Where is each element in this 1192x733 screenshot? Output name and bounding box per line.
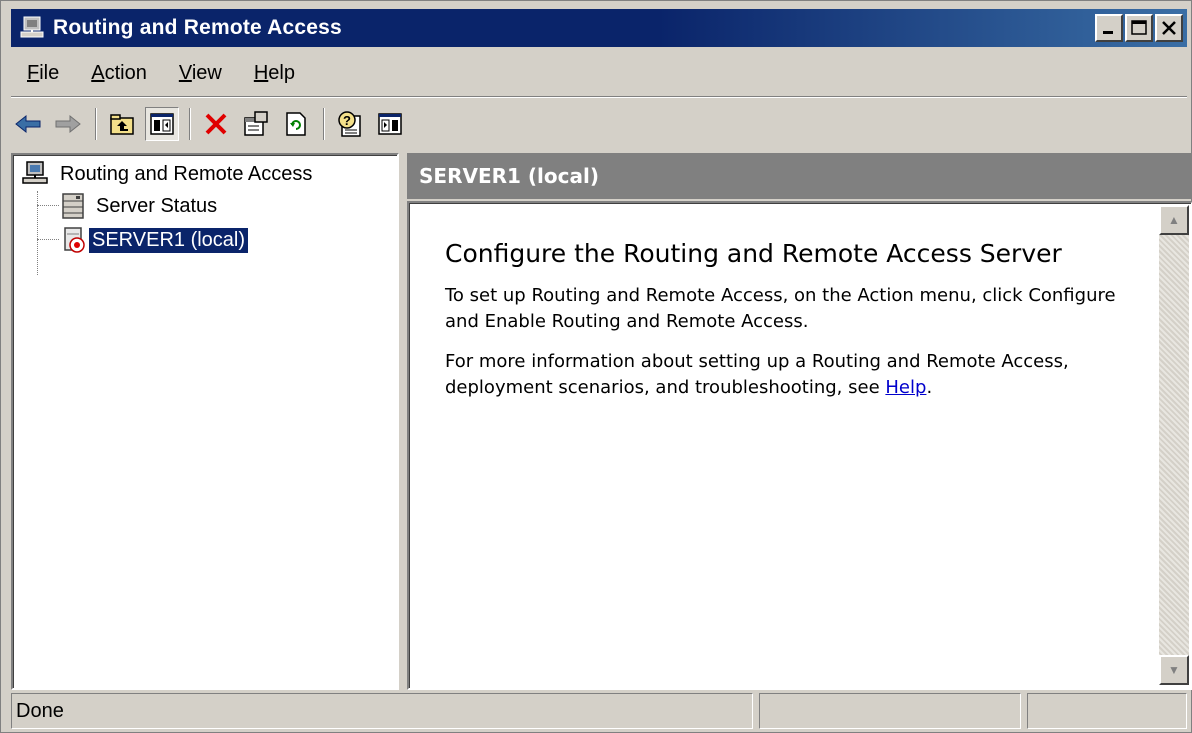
tree-connector bbox=[37, 205, 59, 206]
status-panel-2 bbox=[759, 693, 1021, 729]
menu-file-label: ile bbox=[39, 62, 60, 84]
server-stopped-icon bbox=[64, 227, 85, 253]
help-button[interactable]: ? bbox=[333, 107, 367, 141]
details-header: SERVER1 (local) bbox=[407, 153, 1192, 199]
menu-view-accel: V bbox=[178, 62, 192, 84]
forward-button[interactable] bbox=[51, 107, 85, 141]
delete-button[interactable] bbox=[199, 107, 233, 141]
tree-item-label: Routing and Remote Access bbox=[60, 162, 313, 185]
title-bar[interactable]: Routing and Remote Access bbox=[11, 9, 1187, 47]
window-title: Routing and Remote Access bbox=[53, 16, 342, 39]
show-hide-action-pane-icon bbox=[378, 113, 402, 135]
maximize-button[interactable] bbox=[1125, 14, 1153, 42]
scroll-up-button[interactable]: ▲ bbox=[1159, 205, 1189, 235]
menu-bar: File Action View Help bbox=[11, 53, 311, 93]
details-paragraph: To set up Routing and Remote Access, on … bbox=[445, 285, 1116, 332]
details-text: . bbox=[926, 377, 933, 398]
svg-text:?: ? bbox=[343, 113, 351, 128]
refresh-icon bbox=[286, 112, 306, 136]
server-console-icon bbox=[22, 161, 48, 184]
tree-item-label: Server Status bbox=[96, 194, 218, 217]
details-heading: Configure the Routing and Remote Access … bbox=[445, 239, 1062, 268]
minimize-button[interactable] bbox=[1095, 14, 1123, 42]
refresh-button[interactable] bbox=[279, 107, 313, 141]
console-tree[interactable]: Routing and Remote Access Server Status … bbox=[11, 153, 399, 690]
show-hide-tree-button[interactable] bbox=[145, 107, 179, 141]
details-paragraph: For more information about setting up a … bbox=[445, 349, 1125, 401]
forward-arrow-icon bbox=[55, 114, 81, 134]
menu-file-accel: F bbox=[27, 62, 40, 84]
vertical-scrollbar[interactable]: ▲ ▼ bbox=[1159, 205, 1189, 685]
toolbar-separator bbox=[323, 108, 325, 140]
close-button[interactable] bbox=[1155, 14, 1183, 42]
tree-item-label: SERVER1 (local) bbox=[87, 226, 250, 254]
menu-action-accel: A bbox=[91, 62, 105, 84]
tree-connector bbox=[37, 191, 38, 275]
show-hide-tree-icon bbox=[150, 113, 174, 135]
status-text: Done bbox=[11, 693, 753, 729]
toolbar-separator bbox=[189, 108, 191, 140]
properties-icon bbox=[244, 111, 268, 136]
toolbar-separator bbox=[95, 108, 97, 140]
tree-item-server-status[interactable]: Server Status bbox=[59, 191, 220, 221]
details-pane[interactable]: Configure the Routing and Remote Access … bbox=[407, 201, 1192, 690]
tree-item-server1-local[interactable]: SERVER1 (local) bbox=[59, 225, 250, 255]
mmc-window: Routing and Remote Access File Action Vi… bbox=[0, 0, 1192, 733]
status-bar: Done bbox=[11, 693, 1187, 729]
server-status-icon bbox=[62, 193, 84, 219]
toolbar: ? bbox=[11, 101, 413, 147]
tree-item-routing-root[interactable]: Routing and Remote Access bbox=[21, 159, 315, 189]
tree-connector bbox=[37, 239, 59, 240]
menu-view-label: iew bbox=[191, 62, 222, 84]
menu-action[interactable]: Action bbox=[75, 55, 163, 91]
up-one-level-button[interactable] bbox=[105, 107, 139, 141]
scroll-down-button[interactable]: ▼ bbox=[1159, 655, 1189, 685]
properties-button[interactable] bbox=[239, 107, 273, 141]
menu-action-label: ction bbox=[104, 62, 147, 84]
menu-view[interactable]: View bbox=[163, 55, 238, 91]
help-link[interactable]: Help bbox=[885, 377, 926, 398]
details-text: For more information about setting up a … bbox=[445, 351, 1069, 398]
up-one-level-icon bbox=[110, 114, 134, 135]
delete-icon bbox=[205, 113, 227, 135]
routing-app-icon[interactable] bbox=[19, 15, 45, 41]
menu-separator bbox=[11, 96, 1187, 98]
back-arrow-icon bbox=[15, 114, 41, 134]
show-hide-action-pane-button[interactable] bbox=[373, 107, 407, 141]
menu-file[interactable]: File bbox=[11, 55, 75, 91]
back-button[interactable] bbox=[11, 107, 45, 141]
menu-help-label: elp bbox=[268, 62, 295, 84]
details-content: Configure the Routing and Remote Access … bbox=[445, 237, 1125, 415]
menu-help[interactable]: Help bbox=[238, 55, 311, 91]
help-icon: ? bbox=[338, 111, 361, 137]
status-panel-3 bbox=[1027, 693, 1187, 729]
menu-help-accel: H bbox=[253, 62, 269, 84]
